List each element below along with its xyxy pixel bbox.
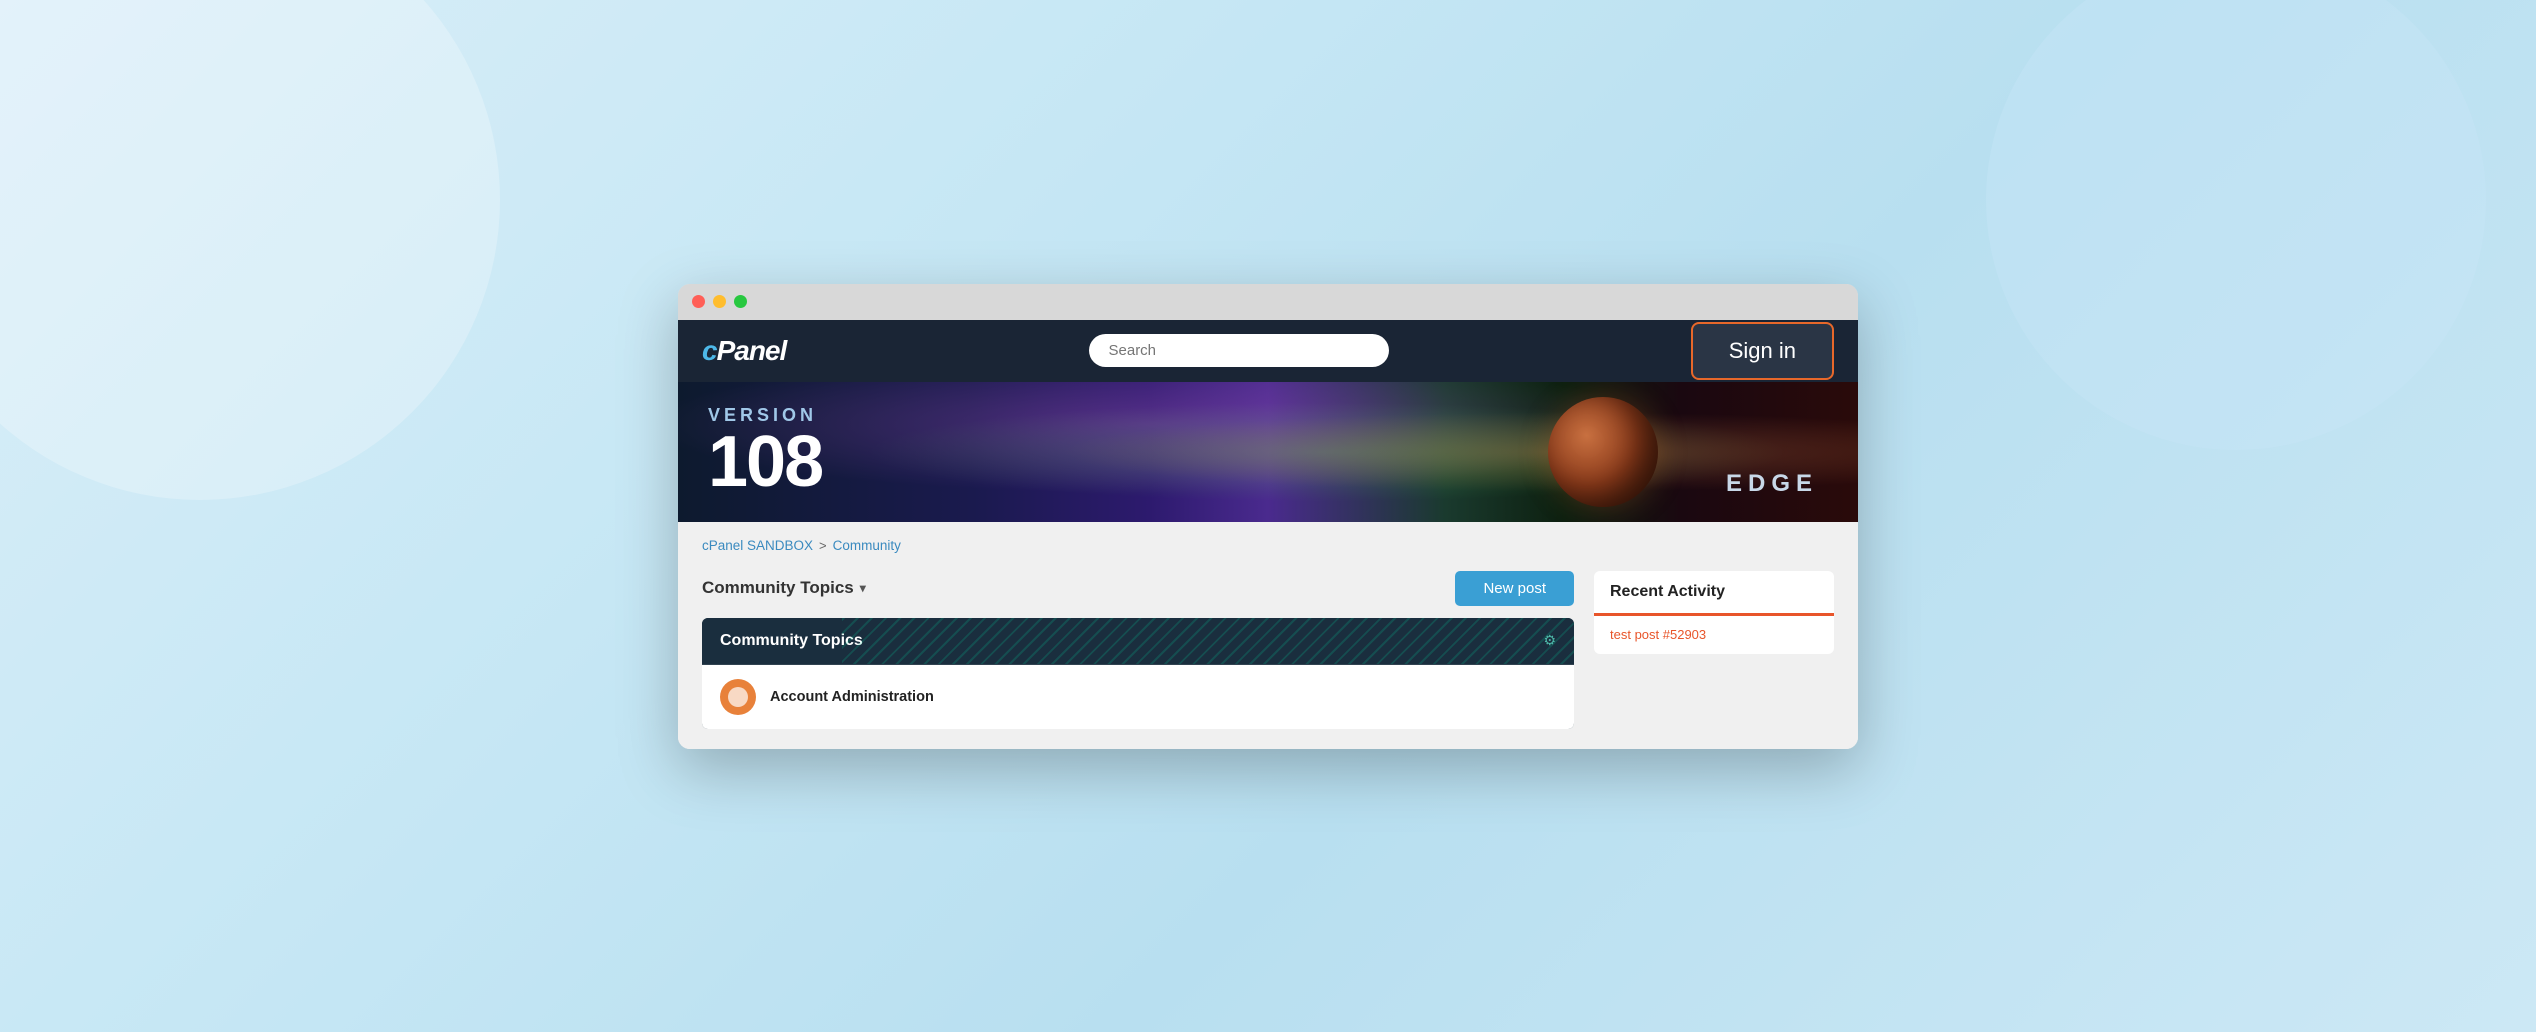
gear-icon[interactable]: ⚙ xyxy=(1543,632,1556,649)
sign-in-button[interactable]: Sign in xyxy=(1691,322,1834,380)
main-column: Community Topics ▾ New post Community To… xyxy=(702,571,1574,729)
search-wrapper xyxy=(786,334,1690,367)
sidebar-column: Recent Activity test post #52903 xyxy=(1594,571,1834,654)
hero-banner: VERSION 108 EDGE xyxy=(678,382,1858,522)
breadcrumb-separator: > xyxy=(819,538,827,553)
breadcrumb-sandbox-link[interactable]: cPanel SANDBOX xyxy=(702,538,813,553)
browser-window: cPanel Sign in VERSION 108 EDGE cPanel S… xyxy=(678,284,1858,749)
page-body: cPanel SANDBOX > Community Community Top… xyxy=(678,522,1858,749)
version-number: 108 xyxy=(708,422,822,502)
community-topics-title[interactable]: Community Topics ▾ xyxy=(702,578,866,598)
activity-item-link[interactable]: test post #52903 xyxy=(1610,627,1706,642)
site-header: cPanel Sign in xyxy=(678,320,1858,382)
maximize-button[interactable] xyxy=(734,295,747,308)
topics-card-header: Community Topics ⚙ xyxy=(702,618,1574,665)
breadcrumb-community: Community xyxy=(833,538,901,553)
recent-activity-header: Recent Activity xyxy=(1594,571,1834,616)
recent-activity-body: test post #52903 xyxy=(1594,616,1834,654)
topics-card-title: Community Topics xyxy=(720,632,863,650)
breadcrumb: cPanel SANDBOX > Community xyxy=(702,538,1834,553)
section-header: Community Topics ▾ New post xyxy=(702,571,1574,606)
topics-card: Community Topics ⚙ Account Administratio… xyxy=(702,618,1574,729)
topic-icon-inner xyxy=(728,687,748,707)
topic-icon xyxy=(720,679,756,715)
content-layout: Community Topics ▾ New post Community To… xyxy=(702,571,1834,729)
title-bar xyxy=(678,284,1858,320)
topics-card-body: Account Administration xyxy=(702,665,1574,729)
minimize-button[interactable] xyxy=(713,295,726,308)
new-post-button[interactable]: New post xyxy=(1455,571,1574,606)
recent-activity-title: Recent Activity xyxy=(1610,583,1725,600)
search-input[interactable] xyxy=(1089,334,1389,367)
edge-label: EDGE xyxy=(1726,470,1818,498)
recent-activity-card: Recent Activity test post #52903 xyxy=(1594,571,1834,654)
browser-content: cPanel Sign in VERSION 108 EDGE cPanel S… xyxy=(678,320,1858,749)
site-logo: cPanel xyxy=(702,335,786,367)
close-button[interactable] xyxy=(692,295,705,308)
logo-area: cPanel xyxy=(702,335,786,367)
planet-decoration xyxy=(1548,397,1658,507)
topic-account-admin[interactable]: Account Administration xyxy=(770,689,934,705)
chevron-down-icon: ▾ xyxy=(860,581,866,595)
version-text: VERSION 108 xyxy=(708,405,822,498)
